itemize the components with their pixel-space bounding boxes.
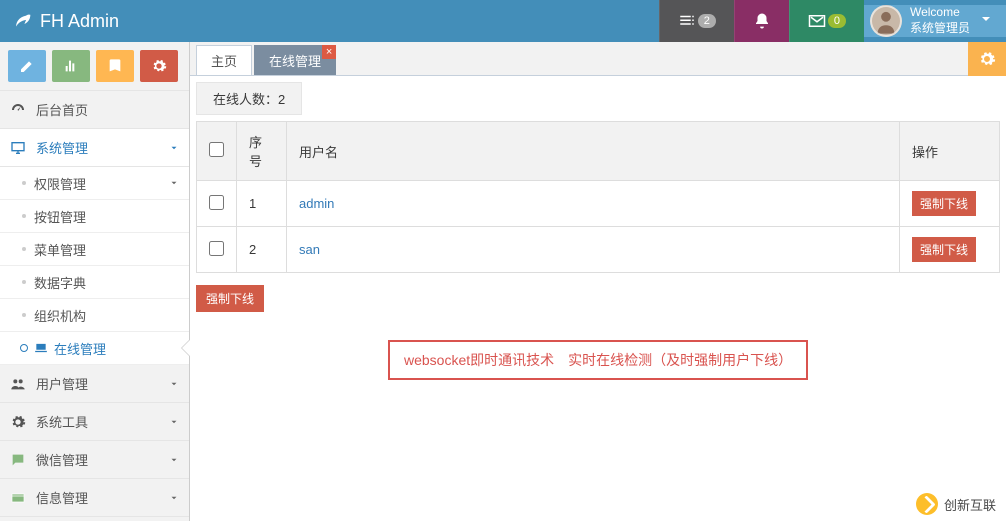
shortcut-book[interactable] — [96, 50, 134, 82]
sidebar-item-dashboard[interactable]: 后台首页 — [0, 91, 189, 129]
header-messages[interactable]: 2 — [659, 0, 734, 42]
table-row: 1 admin 强制下线 — [197, 181, 1000, 227]
online-users-table: 序号 用户名 操作 1 admin 强制下线 2 san — [196, 121, 1000, 273]
monitor-icon — [10, 140, 26, 156]
chevron-down-icon — [169, 455, 179, 465]
sidebar-item-dict[interactable]: 数据字典 — [0, 266, 189, 299]
laptop-icon — [34, 341, 48, 355]
chat-icon — [10, 452, 26, 468]
shortcut-stats[interactable] — [52, 50, 90, 82]
tab-bar: 主页 在线管理 × — [190, 42, 1006, 76]
col-checkbox — [197, 122, 237, 181]
welcome-label: Welcome — [910, 5, 970, 21]
force-logout-button[interactable]: 强制下线 — [912, 237, 976, 262]
select-all-checkbox[interactable] — [209, 142, 224, 157]
sidebar-item-menu[interactable]: 菜单管理 — [0, 233, 189, 266]
sidebar-item-users[interactable]: 用户管理 — [0, 365, 189, 403]
sidebar-item-label: 用户管理 — [36, 374, 88, 393]
brand: FH Admin — [0, 9, 131, 34]
chevron-down-icon — [169, 379, 179, 389]
sidebar-item-online[interactable]: 在线管理 — [0, 332, 189, 365]
users-icon — [10, 376, 26, 392]
list-icon — [678, 12, 696, 30]
sidebar-item-label: 后台首页 — [36, 100, 88, 119]
tab-home[interactable]: 主页 — [196, 45, 252, 75]
shortcut-bar — [0, 42, 189, 91]
sidebar-submenu-system: 权限管理 按钮管理 菜单管理 数据字典 组织机构 在线管理 — [0, 167, 189, 365]
header-mail[interactable]: 0 — [789, 0, 864, 42]
main-panel: 主页 在线管理 × 在线人数：2 序号 用户名 操作 — [190, 42, 1006, 521]
force-logout-button[interactable]: 强制下线 — [912, 191, 976, 216]
notice-box: websocket即时通讯技术 实时在线检测（及时强制用户下线） — [388, 340, 808, 380]
sidebar-item-label: 系统工具 — [36, 412, 88, 431]
watermark-icon — [916, 493, 938, 515]
brand-text: FH Admin — [40, 11, 119, 32]
sidebar-item-label: 信息管理 — [36, 488, 88, 507]
chevron-down-icon — [169, 493, 179, 503]
sidebar-item-button[interactable]: 按钮管理 — [0, 200, 189, 233]
table-row: 2 san 强制下线 — [197, 227, 1000, 273]
close-icon[interactable]: × — [322, 45, 336, 59]
mail-badge: 0 — [828, 14, 846, 28]
avatar — [870, 5, 902, 37]
row-checkbox[interactable] — [209, 241, 224, 256]
row-checkbox[interactable] — [209, 195, 224, 210]
messages-badge: 2 — [698, 14, 716, 28]
card-icon — [10, 490, 26, 506]
tab-online[interactable]: 在线管理 × — [254, 45, 336, 75]
mail-icon — [808, 12, 826, 30]
col-username: 用户名 — [287, 122, 900, 181]
shortcut-settings[interactable] — [140, 50, 178, 82]
chevron-down-icon — [169, 143, 179, 153]
bell-icon — [753, 12, 771, 30]
settings-float-button[interactable] — [968, 42, 1006, 76]
chevron-down-icon — [169, 417, 179, 427]
sidebar-item-label: 微信管理 — [36, 450, 88, 469]
leaf-icon — [12, 9, 32, 34]
sidebar-item-system[interactable]: 系统管理 — [0, 129, 189, 167]
online-count-box: 在线人数：2 — [196, 82, 302, 115]
sidebar-item-info[interactable]: 信息管理 — [0, 479, 189, 517]
sidebar-item-wechat[interactable]: 微信管理 — [0, 441, 189, 479]
sidebar-item-label: 系统管理 — [36, 138, 88, 157]
sidebar-item-tools[interactable]: 系统工具 — [0, 403, 189, 441]
sidebar-item-org[interactable]: 组织机构 — [0, 299, 189, 332]
user-link[interactable]: admin — [299, 196, 334, 211]
user-text: Welcome 系统管理员 — [910, 5, 970, 36]
col-index: 序号 — [237, 122, 287, 181]
col-action: 操作 — [900, 122, 1000, 181]
content-area: 在线人数：2 序号 用户名 操作 1 admin 强制 — [190, 76, 1006, 386]
sidebar: 后台首页 系统管理 权限管理 按钮管理 菜单管理 数据字典 组织机构 在线管理 — [0, 42, 190, 521]
shortcut-edit[interactable] — [8, 50, 46, 82]
header-notifications[interactable] — [734, 0, 789, 42]
chevron-down-icon — [169, 178, 179, 188]
gear-icon — [10, 414, 26, 430]
chevron-down-icon — [982, 17, 990, 25]
app-header: FH Admin 2 0 Welcome 系统管理员 — [0, 0, 1006, 42]
bulk-force-logout-button[interactable]: 强制下线 — [196, 285, 264, 312]
sidebar-item-permission[interactable]: 权限管理 — [0, 167, 189, 200]
watermark: 创新互联 — [916, 493, 996, 515]
gear-icon — [978, 50, 996, 68]
header-user-menu[interactable]: Welcome 系统管理员 — [864, 5, 1006, 37]
user-role: 系统管理员 — [910, 21, 970, 37]
dashboard-icon — [10, 102, 26, 118]
user-link[interactable]: san — [299, 242, 320, 257]
